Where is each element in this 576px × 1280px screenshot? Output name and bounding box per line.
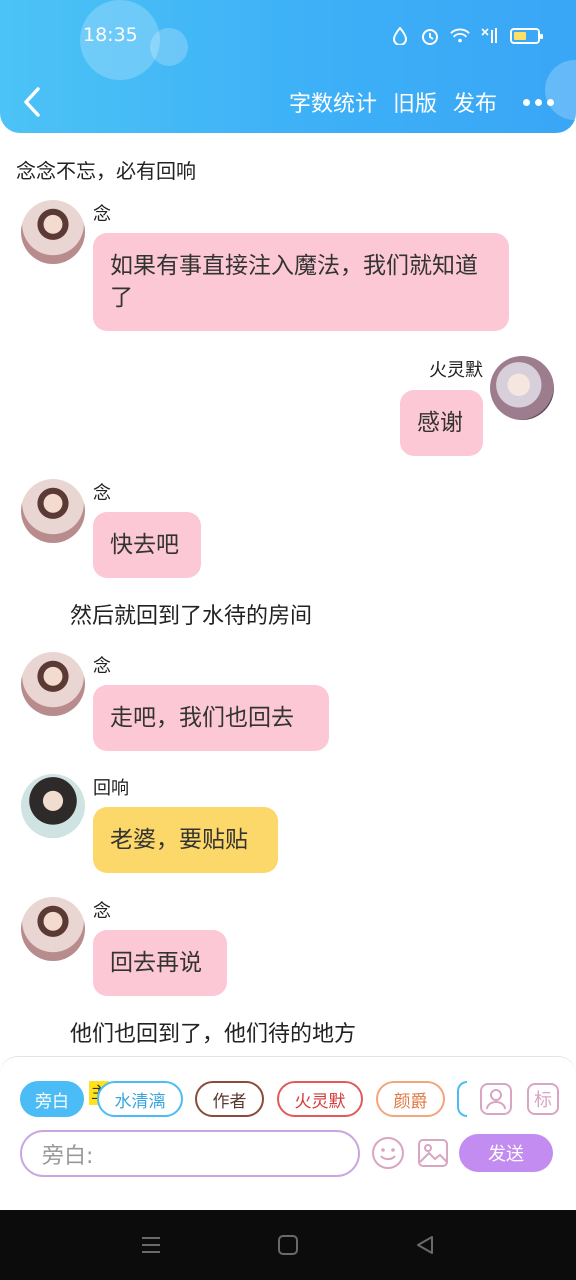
chevron-left-icon bbox=[24, 87, 40, 117]
image-icon bbox=[418, 1139, 448, 1167]
avatar-nian[interactable] bbox=[21, 897, 85, 961]
avatar-huixiang[interactable] bbox=[21, 774, 85, 838]
narration-text: 然后就回到了水待的房间 bbox=[70, 604, 313, 629]
more-icon[interactable] bbox=[523, 98, 554, 106]
chip-shuiqingli[interactable]: 水清漓 bbox=[97, 1081, 183, 1117]
back-button[interactable] bbox=[18, 86, 48, 118]
status-time: 18:35 bbox=[83, 24, 138, 46]
app-header: 18:35 字数统计 旧版 发布 bbox=[0, 0, 576, 133]
avatar-nian[interactable] bbox=[21, 652, 85, 716]
narration-text: 他们也回到了，他们待的地方 bbox=[70, 1022, 357, 1047]
data-saver-icon bbox=[390, 26, 410, 46]
chip-author[interactable]: 作者 bbox=[195, 1081, 264, 1117]
message-bubble[interactable]: 回去再说 bbox=[93, 930, 227, 996]
send-button[interactable]: 发送 bbox=[459, 1134, 553, 1172]
sender-name: 念 bbox=[93, 483, 111, 504]
chip-narrator[interactable]: 旁白 bbox=[20, 1081, 84, 1117]
sender-name: 念 bbox=[93, 901, 111, 922]
chip-huolingmo[interactable]: 火灵默 bbox=[277, 1081, 363, 1117]
message-bubble[interactable]: 老婆，要贴贴 bbox=[93, 807, 278, 873]
message-bubble[interactable]: 走吧，我们也回去 bbox=[93, 685, 329, 751]
header-actions: 字数统计 旧版 发布 bbox=[289, 86, 554, 118]
word-count-button[interactable]: 字数统计 bbox=[289, 86, 377, 118]
old-version-button[interactable]: 旧版 bbox=[393, 86, 437, 118]
sender-name: 念 bbox=[93, 656, 111, 677]
chip-yanjue[interactable]: 颜爵 bbox=[376, 1081, 445, 1117]
avatar-nian[interactable] bbox=[21, 479, 85, 543]
emoji-button[interactable] bbox=[371, 1136, 405, 1170]
person-icon bbox=[486, 1089, 506, 1110]
battery-icon bbox=[510, 28, 543, 44]
role-manage-button[interactable] bbox=[480, 1083, 512, 1115]
message-bubble[interactable]: 感谢 bbox=[400, 390, 483, 456]
system-nav-bar bbox=[0, 1210, 576, 1280]
image-button[interactable] bbox=[416, 1136, 450, 1170]
message-input[interactable]: 旁白: bbox=[20, 1130, 360, 1177]
message-bubble[interactable]: 如果有事直接注入魔法，我们就知道了 bbox=[93, 233, 509, 331]
emoji-icon bbox=[372, 1137, 404, 1169]
signal-off-icon bbox=[480, 26, 500, 46]
avatar-huolingmo[interactable] bbox=[490, 356, 554, 420]
sender-name: 火灵默 bbox=[429, 360, 483, 381]
back-triangle-icon[interactable] bbox=[414, 1234, 436, 1256]
tag-button[interactable]: 标 bbox=[527, 1083, 559, 1115]
battery-level bbox=[514, 32, 526, 40]
sender-name: 念 bbox=[93, 204, 111, 225]
menu-icon[interactable] bbox=[140, 1234, 162, 1256]
home-icon[interactable] bbox=[277, 1234, 299, 1256]
publish-button[interactable]: 发布 bbox=[453, 86, 497, 118]
avatar-nian[interactable] bbox=[21, 200, 85, 264]
alarm-icon bbox=[420, 26, 440, 46]
chip-overflow[interactable] bbox=[457, 1081, 467, 1117]
wifi-icon bbox=[450, 26, 470, 46]
sender-name: 回响 bbox=[93, 778, 129, 799]
message-bubble[interactable]: 快去吧 bbox=[93, 512, 201, 578]
decor-bubble bbox=[150, 28, 188, 66]
status-icons bbox=[390, 26, 543, 46]
intro-text: 念念不忘，必有回响 bbox=[16, 159, 196, 183]
